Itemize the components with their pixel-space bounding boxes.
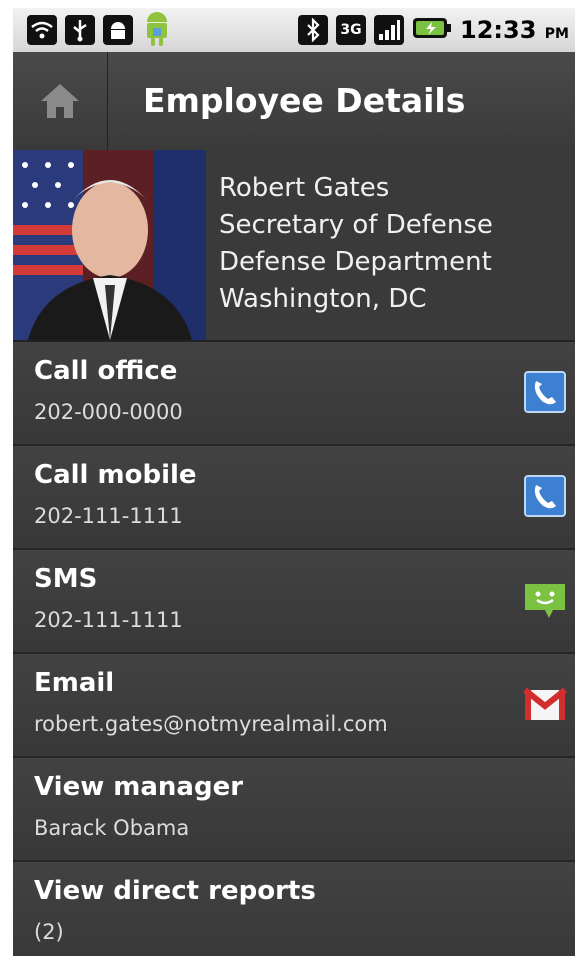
employee-location: Washington, DC bbox=[219, 284, 427, 314]
battery-charging-icon bbox=[412, 15, 452, 45]
employee-info: Robert Gates Secretary of Defense Defens… bbox=[219, 170, 493, 318]
row-value: robert.gates@notmyrealmail.com bbox=[34, 712, 388, 736]
row-label: Email bbox=[34, 668, 115, 698]
employee-department: Defense Department bbox=[219, 247, 492, 277]
gmail-icon[interactable] bbox=[523, 682, 567, 726]
employee-photo bbox=[13, 150, 206, 340]
clock-ampm: PM bbox=[544, 26, 569, 42]
sms-icon[interactable] bbox=[523, 578, 567, 622]
home-button[interactable] bbox=[13, 52, 108, 150]
row-value: 202-111-1111 bbox=[34, 608, 183, 632]
row-value: 202-111-1111 bbox=[34, 504, 183, 528]
android-icon bbox=[141, 8, 173, 52]
title-bar: Employee Details bbox=[13, 52, 575, 152]
employee-name: Robert Gates bbox=[219, 173, 390, 203]
row-value: (2) bbox=[34, 920, 64, 944]
email-row[interactable]: Email robert.gates@notmyrealmail.com bbox=[13, 654, 575, 758]
home-icon bbox=[41, 84, 79, 118]
clock: 12:33 PM bbox=[460, 16, 569, 44]
network-3g-icon: 3G bbox=[336, 15, 367, 45]
row-label: Call mobile bbox=[34, 460, 197, 490]
row-label: View direct reports bbox=[34, 876, 316, 906]
phone-icon[interactable] bbox=[523, 474, 567, 518]
wifi-question-icon bbox=[27, 15, 57, 45]
row-label: SMS bbox=[34, 564, 98, 594]
view-direct-reports-row[interactable]: View direct reports (2) bbox=[13, 862, 575, 956]
phone-screen: 3G 12:33 PM Employee Details Robert Gate… bbox=[13, 8, 575, 956]
view-manager-row[interactable]: View manager Barack Obama bbox=[13, 758, 575, 862]
page-title: Employee Details bbox=[143, 81, 466, 120]
signal-icon bbox=[374, 15, 405, 45]
sms-row[interactable]: SMS 202-111-1111 bbox=[13, 550, 575, 654]
action-list: Call office 202-000-0000 Call mobile 202… bbox=[13, 342, 575, 956]
bluetooth-icon bbox=[298, 15, 329, 45]
call-mobile-row[interactable]: Call mobile 202-111-1111 bbox=[13, 446, 575, 550]
clock-time: 12:33 bbox=[460, 16, 537, 44]
row-value: 202-000-0000 bbox=[34, 400, 183, 424]
row-label: View manager bbox=[34, 772, 244, 802]
employee-role: Secretary of Defense bbox=[219, 210, 493, 240]
employee-profile: Robert Gates Secretary of Defense Defens… bbox=[13, 150, 575, 342]
phone-icon[interactable] bbox=[523, 370, 567, 414]
call-office-row[interactable]: Call office 202-000-0000 bbox=[13, 342, 575, 446]
android-debug-icon bbox=[103, 15, 133, 45]
row-label: Call office bbox=[34, 356, 178, 386]
row-value: Barack Obama bbox=[34, 816, 190, 840]
usb-icon bbox=[65, 15, 95, 45]
status-bar: 3G 12:33 PM bbox=[13, 8, 575, 52]
